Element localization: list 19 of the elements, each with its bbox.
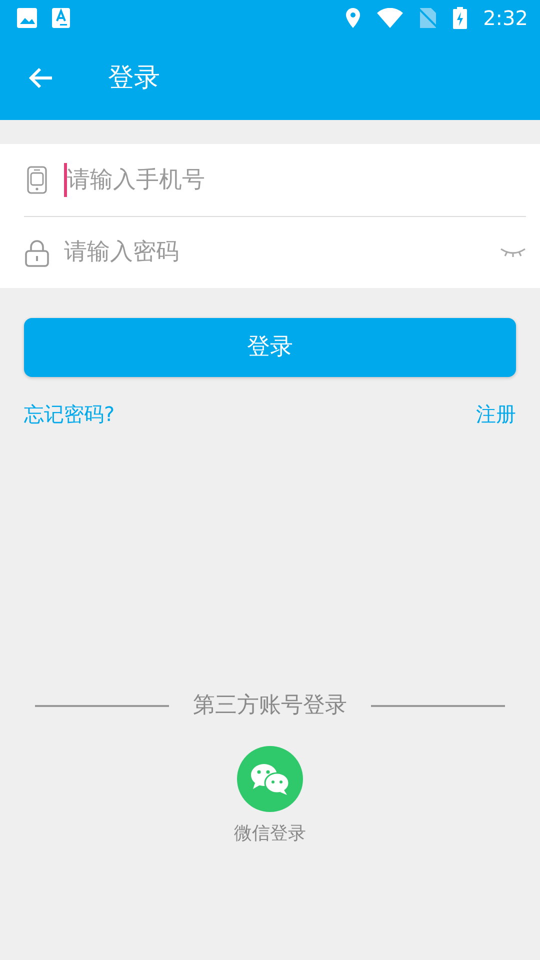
login-button[interactable]: 登录 bbox=[24, 318, 516, 377]
lock-icon bbox=[24, 238, 50, 268]
section-heading: 第三方账号登录 bbox=[193, 692, 347, 720]
wechat-login-label: 微信登录 bbox=[234, 822, 306, 846]
register-link[interactable]: 注册 bbox=[476, 399, 516, 429]
location-icon bbox=[345, 7, 362, 29]
password-field[interactable]: 请输入密码 bbox=[64, 235, 500, 270]
clock-time: 2:32 bbox=[483, 5, 528, 32]
page-title: 登录 bbox=[108, 62, 160, 94]
phone-field[interactable]: 请输入手机号 bbox=[67, 162, 526, 198]
phone-icon bbox=[24, 165, 50, 195]
closed-eye-icon[interactable] bbox=[500, 246, 526, 260]
text-icon bbox=[52, 7, 70, 29]
forgot-password-link[interactable]: 忘记密码? bbox=[24, 399, 115, 429]
chat-bubbles-icon bbox=[249, 762, 291, 796]
no-sim-icon bbox=[419, 7, 438, 29]
image-icon bbox=[16, 7, 38, 29]
wifi-icon bbox=[377, 8, 404, 28]
battery-charging-icon bbox=[453, 7, 468, 29]
